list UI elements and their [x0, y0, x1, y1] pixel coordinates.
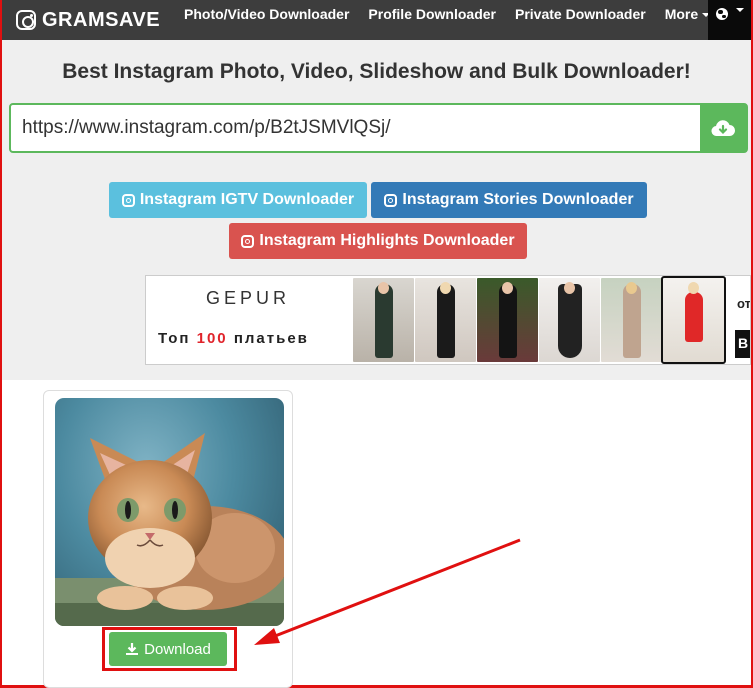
- submit-download-button[interactable]: [700, 105, 746, 151]
- ad-dress-image[interactable]: [353, 278, 414, 362]
- brand-logo[interactable]: GRAMSAVE: [16, 0, 160, 40]
- igtv-downloader-label: Instagram IGTV Downloader: [139, 191, 355, 208]
- globe-icon: [715, 8, 728, 20]
- ad-dress-image[interactable]: [477, 278, 538, 362]
- instagram-icon: [121, 193, 135, 207]
- highlights-downloader-button[interactable]: Instagram Highlights Downloader: [229, 223, 527, 259]
- language-selector[interactable]: [708, 0, 751, 40]
- nav-photo-video-downloader[interactable]: Photo/Video Downloader: [184, 0, 349, 40]
- ad-tagline-number: 100: [196, 330, 228, 347]
- ad-brand: GEPUR: [206, 288, 291, 308]
- nav-more-label: More: [664, 6, 699, 22]
- nav-profile-downloader[interactable]: Profile Downloader: [368, 0, 496, 40]
- instagram-icon: [241, 234, 255, 248]
- ad-dress-image[interactable]: [415, 278, 476, 362]
- cat-photo: [55, 433, 284, 626]
- instagram-icon: [16, 10, 36, 30]
- advertisement-banner[interactable]: GEPUR Топ 100 платьев от В: [145, 275, 751, 365]
- ad-cta-button[interactable]: В: [735, 330, 750, 358]
- ad-dress-image[interactable]: [661, 276, 726, 364]
- ad-dress-image[interactable]: [601, 278, 662, 362]
- caret-down-icon: [735, 8, 744, 12]
- brand-name: GRAMSAVE: [42, 8, 161, 31]
- annotation-highlight-box: [102, 627, 237, 671]
- stories-downloader-button[interactable]: Instagram Stories Downloader: [371, 182, 647, 218]
- url-form: [9, 103, 748, 153]
- ad-tagline: Топ 100 платьев: [158, 330, 309, 347]
- top-navbar: GRAMSAVE Photo/Video Downloader Profile …: [2, 0, 751, 40]
- url-input[interactable]: [11, 105, 700, 151]
- ad-cut-text: от: [737, 296, 751, 311]
- instagram-icon: [384, 193, 398, 207]
- post-thumbnail-image: [55, 398, 284, 626]
- ad-tagline-prefix: Топ: [158, 330, 191, 347]
- stories-downloader-label: Instagram Stories Downloader: [402, 191, 634, 208]
- hero-section: Best Instagram Photo, Video, Slideshow a…: [2, 40, 751, 380]
- nav-more-dropdown[interactable]: More: [664, 0, 711, 40]
- igtv-downloader-button[interactable]: Instagram IGTV Downloader: [109, 182, 367, 218]
- cloud-download-icon: [711, 120, 735, 137]
- page-title: Best Instagram Photo, Video, Slideshow a…: [62, 60, 691, 83]
- nav-private-downloader[interactable]: Private Downloader: [515, 0, 646, 40]
- highlights-downloader-label: Instagram Highlights Downloader: [259, 232, 515, 249]
- ad-tagline-suffix: платьев: [233, 330, 309, 347]
- ad-dress-image[interactable]: [539, 278, 600, 362]
- nav-links: Photo/Video Downloader Profile Downloade…: [184, 0, 729, 40]
